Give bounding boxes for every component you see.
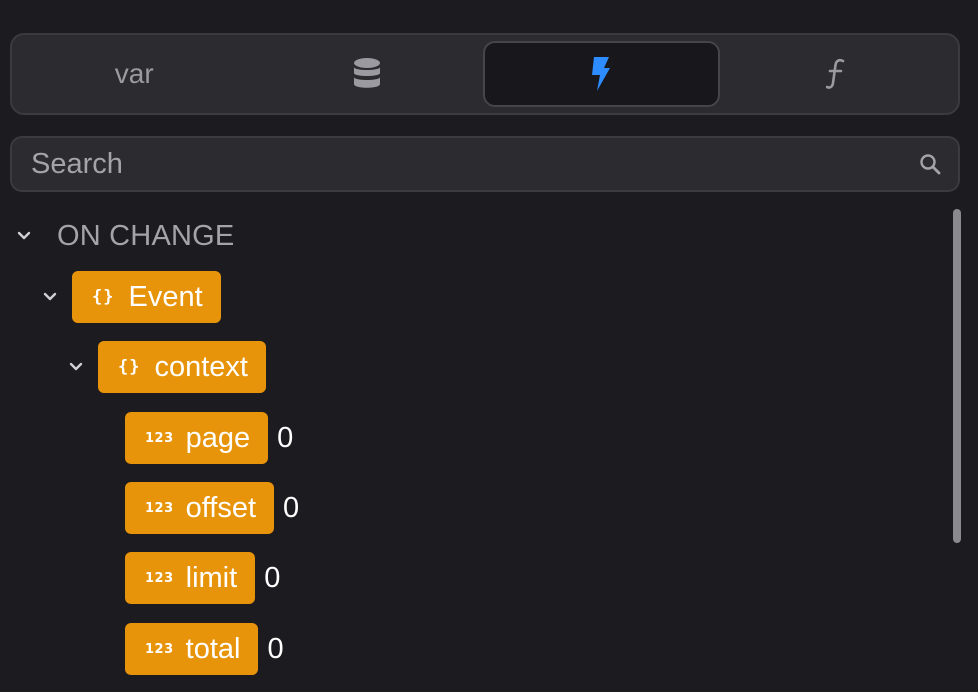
chevron-down-icon[interactable] (40, 287, 60, 307)
tree-node-limit: 123 limit 0 (125, 552, 280, 604)
number-type-icon: 123 (145, 500, 174, 516)
search-icon[interactable] (902, 138, 958, 190)
object-type-icon: {} (92, 287, 115, 307)
field-value: 0 (277, 421, 294, 454)
event-label: Event (128, 280, 203, 313)
field-value: 0 (267, 632, 284, 665)
tree-node-offset: 123 offset 0 (125, 482, 299, 534)
lightning-bolt-icon (590, 56, 612, 92)
field-label: limit (185, 561, 238, 594)
context-pill[interactable]: {} context (98, 341, 266, 393)
chevron-down-icon[interactable] (14, 226, 34, 246)
tab-events[interactable] (483, 41, 720, 107)
section-label: ON CHANGE (57, 219, 235, 252)
variable-tree: ON CHANGE {} Event {} context 123 page 0… (0, 200, 950, 692)
search-input[interactable] (12, 138, 902, 190)
context-label: context (154, 350, 248, 383)
field-label: page (185, 421, 251, 454)
number-type-icon: 123 (145, 641, 174, 657)
search-box (10, 136, 960, 192)
tab-data-sources[interactable] (251, 41, 484, 107)
tab-variables-label: var (114, 58, 154, 89)
tree-node-total: 123 total 0 (125, 623, 284, 675)
field-pill-total[interactable]: 123 total (125, 623, 259, 675)
number-type-icon: 123 (145, 430, 174, 446)
tree-node-context: {} context (66, 341, 266, 393)
variables-panel: var Search ON CHANGE {} Event {} context… (0, 0, 978, 692)
field-pill-offset[interactable]: 123 offset (125, 482, 275, 534)
field-label: offset (185, 491, 257, 524)
tree-node-event: {} Event (40, 271, 221, 323)
database-icon (352, 57, 382, 91)
object-type-icon: {} (118, 357, 141, 377)
scrollbar[interactable] (953, 209, 961, 543)
chevron-down-icon[interactable] (66, 357, 86, 377)
number-type-icon: 123 (145, 570, 174, 586)
event-pill[interactable]: {} Event (72, 271, 221, 323)
field-pill-page[interactable]: 123 page (125, 412, 269, 464)
tab-functions[interactable] (720, 41, 953, 107)
section-on-change[interactable]: ON CHANGE (14, 210, 234, 262)
field-pill-limit[interactable]: 123 limit (125, 552, 256, 604)
field-value: 0 (283, 491, 300, 524)
field-label: total (185, 632, 241, 665)
field-value: 0 (264, 561, 281, 594)
tab-variables[interactable]: var (18, 41, 251, 107)
tree-node-page: 123 page 0 (125, 412, 293, 464)
tab-bar: var (10, 33, 960, 115)
function-icon (825, 58, 846, 90)
